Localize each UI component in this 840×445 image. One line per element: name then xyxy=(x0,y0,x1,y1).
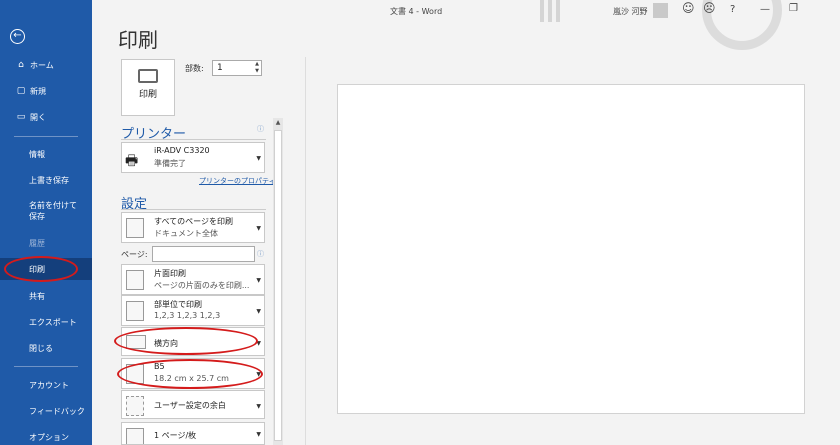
folder-open-icon: ▭ xyxy=(16,112,26,122)
chevron-down-icon: ▼ xyxy=(256,308,261,315)
setting-sub: ページの片面のみを印刷... xyxy=(154,281,250,290)
section-divider xyxy=(121,209,266,210)
setting-sub: ドキュメント全体 xyxy=(154,229,218,238)
copies-label: 部数: xyxy=(185,64,204,73)
backstage-sidebar: ← ⌂ ホーム ▢ 新規 ▭ 開く 情報 上書き保存 名前を付けて保存 履歴 印刷 共… xyxy=(0,0,92,445)
sidebar-item-save[interactable]: 上書き保存 xyxy=(0,169,92,191)
collation-select[interactable]: 部単位で印刷 1,2,3 1,2,3 1,2,3 ▼ xyxy=(121,295,265,326)
sidebar-item-info[interactable]: 情報 xyxy=(0,143,92,165)
sidebar-item-account[interactable]: アカウント xyxy=(0,374,92,396)
one-sided-icon xyxy=(126,270,144,290)
pages-per-sheet-select[interactable]: 1 ページ/枚 ▼ xyxy=(121,422,265,445)
frown-feedback-icon[interactable]: ☹ xyxy=(703,1,716,15)
annotation-circle xyxy=(4,256,78,282)
printer-properties-link[interactable]: プリンターのプロパティ xyxy=(199,176,276,186)
preview-divider xyxy=(305,57,306,445)
sidebar-divider xyxy=(14,366,78,367)
sidebar-item-history[interactable]: 履歴 xyxy=(0,232,92,254)
scroll-up-icon[interactable]: ▲ xyxy=(273,118,283,128)
scrollbar-thumb[interactable] xyxy=(274,130,282,441)
pages-per-sheet-icon xyxy=(126,428,144,444)
setting-sub: 1,2,3 1,2,3 1,2,3 xyxy=(154,311,221,320)
user-name[interactable]: 嵐沙 河野 xyxy=(613,6,648,17)
pages-label: ページ: xyxy=(121,250,148,259)
word-backstage-print: ← ⌂ ホーム ▢ 新規 ▭ 開く 情報 上書き保存 名前を付けて保存 履歴 印刷 共… xyxy=(0,0,840,445)
title-bar: 文書 4 - Word 嵐沙 河野 ☺ ☹ ? — ❐ xyxy=(92,0,840,50)
printer-status: 準備完了 xyxy=(154,159,186,168)
sidebar-item-label: ホーム xyxy=(30,60,54,70)
page-title: 印刷 xyxy=(118,28,158,52)
print-preview-page xyxy=(337,84,805,414)
sidebar-item-share[interactable]: 共有 xyxy=(0,285,92,307)
margins-icon xyxy=(126,396,144,416)
title-decoration xyxy=(548,0,552,22)
setting-main: ユーザー設定の余白 xyxy=(154,401,226,410)
margins-select[interactable]: ユーザー設定の余白 ▼ xyxy=(121,390,265,419)
home-icon: ⌂ xyxy=(18,60,24,70)
document-title: 文書 4 - Word xyxy=(390,7,443,16)
info-icon[interactable]: ⓘ xyxy=(257,124,264,134)
title-decoration xyxy=(540,0,544,22)
sidebar-item-label: 開く xyxy=(30,112,46,122)
avatar[interactable] xyxy=(653,3,668,18)
setting-main: すべてのページを印刷 xyxy=(154,217,233,226)
chevron-down-icon: ▼ xyxy=(256,403,261,410)
sidebar-item-save-as[interactable]: 名前を付けて保存 xyxy=(0,199,80,223)
printer-select[interactable]: 🖶 iR-ADV C3320 準備完了 ▼ xyxy=(121,142,265,173)
info-icon[interactable]: ⓘ xyxy=(257,249,264,259)
stepper-arrows-icon[interactable]: ▲ ▼ xyxy=(255,61,259,75)
sidebar-item-feedback[interactable]: フィードバック xyxy=(0,400,92,422)
back-arrow-icon[interactable]: ← xyxy=(10,29,25,44)
chevron-down-icon: ▼ xyxy=(256,225,261,232)
sidebar-item-options[interactable]: オプション xyxy=(0,426,92,445)
smile-feedback-icon[interactable]: ☺ xyxy=(682,1,695,15)
chevron-down-icon: ▼ xyxy=(256,155,261,162)
print-range-select[interactable]: すべてのページを印刷 ドキュメント全体 ▼ xyxy=(121,212,265,243)
printer-icon xyxy=(138,69,158,83)
chevron-down-icon: ▼ xyxy=(256,277,261,284)
new-document-icon: ▢ xyxy=(16,86,26,96)
annotation-circle xyxy=(114,327,258,355)
annotation-circle xyxy=(117,359,263,389)
help-icon[interactable]: ? xyxy=(730,4,735,15)
pages-icon xyxy=(126,218,144,238)
pages-input[interactable] xyxy=(152,246,255,262)
print-button-label: 印刷 xyxy=(138,90,157,100)
section-divider xyxy=(121,139,266,140)
sidebar-item-close[interactable]: 閉じる xyxy=(0,337,92,359)
sidebar-item-open[interactable]: ▭ 開く xyxy=(0,106,92,128)
sidebar-item-label: 新規 xyxy=(30,86,46,96)
sidebar-item-new[interactable]: ▢ 新規 xyxy=(0,80,92,102)
sidebar-item-export[interactable]: エクスポート xyxy=(0,311,92,333)
chevron-down-icon: ▼ xyxy=(256,431,261,438)
setting-main: 片面印刷 xyxy=(154,269,186,278)
sidebar-item-home[interactable]: ⌂ ホーム xyxy=(0,54,92,76)
sidebar-divider xyxy=(14,136,78,137)
title-decoration xyxy=(556,0,560,22)
printer-device-icon: 🖶 xyxy=(125,153,139,169)
setting-main: 部単位で印刷 xyxy=(154,300,202,309)
copies-stepper[interactable]: 1 ▲ ▼ xyxy=(212,60,262,76)
printer-name: iR-ADV C3320 xyxy=(154,146,210,155)
minimize-icon[interactable]: — xyxy=(760,4,770,15)
copies-value: 1 xyxy=(217,63,223,73)
print-pane: 印刷 印刷 部数: 1 ▲ ▼ プリンター ⓘ 🖶 iR-ADV C3320 準備完… xyxy=(92,22,840,445)
duplex-select[interactable]: 片面印刷 ページの片面のみを印刷... ▼ xyxy=(121,264,265,295)
settings-scrollbar[interactable]: ▲ xyxy=(273,118,283,445)
print-button[interactable]: 印刷 xyxy=(121,59,175,116)
collate-icon xyxy=(126,301,144,321)
restore-icon[interactable]: ❐ xyxy=(789,3,798,14)
setting-main: 1 ページ/枚 xyxy=(154,431,197,440)
